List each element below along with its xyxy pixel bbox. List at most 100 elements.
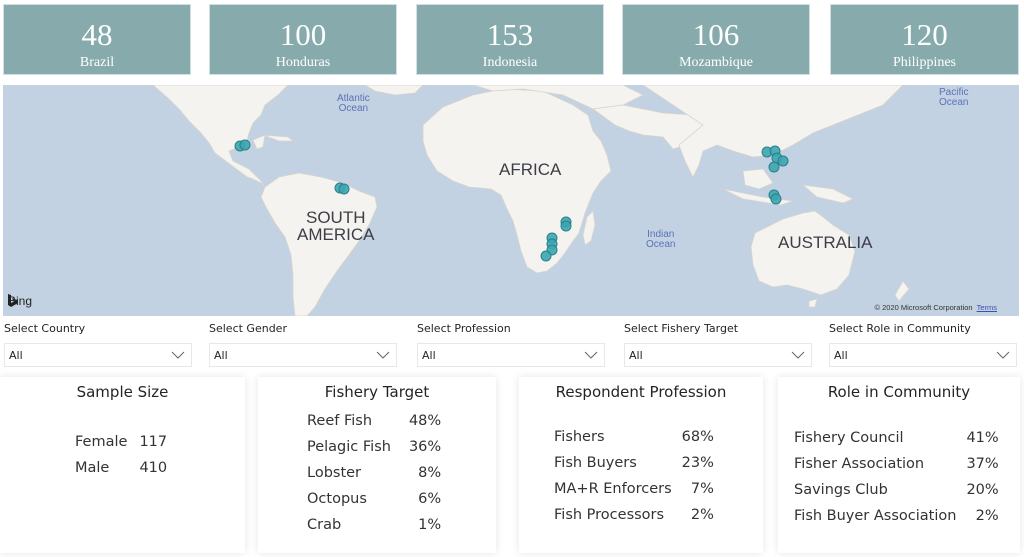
row-value: 23% [681, 455, 714, 471]
row-value: 2% [690, 507, 714, 523]
row-label: Female [75, 434, 128, 450]
map-label-pacific-ocean: Pacific Ocean [939, 87, 969, 108]
filter-fishery-target: Select Fishery Target All [624, 320, 812, 367]
card-title: Role in Community [827, 383, 971, 401]
row-value: 410 [139, 460, 168, 476]
row-label: Lobster [307, 465, 362, 481]
map-visual[interactable]: SOUTH AMERICA AFRICA AUSTRALIA Atlantic … [3, 85, 1019, 316]
table-row: Reef Fish 48% [307, 408, 441, 434]
filter-title: Select Role in Community [829, 322, 971, 335]
row-value: 48% [408, 413, 442, 429]
terms-link[interactable]: Terms [977, 303, 997, 312]
bing-logo: Bing [8, 294, 32, 308]
row-label: Savings Club [794, 482, 888, 498]
filter-gender: Select Gender All [209, 320, 397, 367]
kpi-card-indonesia: 153 Indonesia [416, 4, 604, 75]
row-value: 41% [966, 430, 999, 446]
card-sample-size: Sample Size Female 117 Male 410 [0, 377, 245, 553]
map-marker-mozambique [560, 220, 572, 232]
filter-title: Select Gender [209, 322, 287, 335]
map-copyright: © 2020 Microsoft Corporation Terms [875, 303, 998, 312]
table-row: Fish Buyers 23% [554, 450, 714, 476]
row-value: 8% [418, 465, 442, 481]
table-row: Fishers 68% [554, 424, 714, 450]
landmass-borneo [742, 168, 774, 190]
row-value: 117 [139, 434, 168, 450]
table-row: Savings Club 20% [794, 477, 999, 503]
country-dropdown[interactable]: All [4, 343, 192, 367]
dropdown-value: All [214, 348, 228, 362]
table-row: Lobster 8% [307, 460, 441, 486]
table-row: Octopus 6% [307, 486, 441, 512]
row-label: Octopus [307, 491, 367, 507]
map-label-australia: AUSTRALIA [778, 233, 873, 252]
filter-title: Select Country [4, 322, 86, 335]
landmass-madagascar [582, 210, 596, 246]
chevron-down-icon [791, 351, 805, 359]
bing-icon [8, 294, 18, 307]
kpi-value: 120 [901, 17, 948, 52]
card-fishery-target: Fishery Target Reef Fish 48% Pelagic Fish… [258, 377, 496, 553]
table-row: MA+R Enforcers 7% [554, 476, 714, 502]
sample-size-table: Female 117 Male 410 [75, 429, 167, 481]
dropdown-value: All [629, 348, 643, 362]
card-title: Sample Size [76, 383, 169, 401]
kpi-label: Indonesia [482, 55, 538, 70]
kpi-value: 106 [692, 17, 740, 52]
row-label: Fish Buyers [554, 455, 637, 471]
table-row: Fish Processors 2% [554, 502, 714, 528]
kpi-value: 48 [81, 17, 113, 52]
kpi-card-philippines: 120 Philippines [830, 4, 1019, 75]
role-dropdown[interactable]: All [829, 343, 1017, 367]
card-respondent-profession: Respondent Profession Fishers 68% Fish Bu… [519, 377, 763, 553]
row-label: Fisher Association [794, 456, 925, 472]
map-label-indian-ocean: Indian Ocean [646, 229, 676, 250]
table-row: Female 117 [75, 429, 167, 455]
fishery-target-dropdown[interactable]: All [624, 343, 812, 367]
row-label: Reef Fish [307, 413, 373, 429]
row-value: 6% [418, 491, 442, 507]
map-marker-philippines [768, 161, 780, 173]
landmass-australia [750, 210, 856, 296]
chevron-down-icon [584, 351, 598, 359]
row-value: 7% [690, 481, 714, 497]
dropdown-value: All [422, 348, 436, 362]
kpi-card-honduras: 100 Honduras [209, 4, 397, 75]
row-label: Pelagic Fish [307, 439, 391, 455]
copyright-text: © 2020 Microsoft Corporation [874, 303, 973, 312]
kpi-label: Mozambique [679, 55, 753, 70]
filter-title: Select Fishery Target [624, 322, 739, 335]
filter-role-in-community: Select Role in Community All [829, 320, 1017, 367]
chevron-down-icon [996, 351, 1010, 359]
table-row: Fish Buyer Association 2% [794, 503, 999, 529]
profession-dropdown[interactable]: All [417, 343, 605, 367]
table-row: Crab 1% [307, 512, 441, 538]
landmass-new-zealand [894, 280, 910, 302]
kpi-value: 100 [279, 17, 327, 52]
kpi-card-mozambique: 106 Mozambique [622, 4, 810, 75]
card-role-in-community: Role in Community Fishery Council 41% Fis… [778, 377, 1020, 553]
row-value: 20% [966, 482, 999, 498]
card-title: Fishery Target [324, 383, 430, 401]
row-value: 36% [408, 439, 442, 455]
row-label: Fishery Council [794, 430, 904, 446]
kpi-card-brazil: 48 Brazil [3, 4, 191, 75]
kpi-label: Philippines [892, 55, 956, 70]
fishery-target-table: Reef Fish 48% Pelagic Fish 36% Lobster 8% O… [307, 408, 441, 538]
landmass-africa [422, 88, 612, 274]
map-label-atlantic-ocean: Atlantic Ocean [337, 93, 370, 114]
filter-profession: Select Profession All [417, 320, 605, 367]
landmass-new-guinea [801, 184, 854, 204]
row-label: MA+R Enforcers [554, 481, 672, 497]
row-label: Fishers [554, 429, 605, 445]
map-marker-indonesia [770, 193, 782, 205]
role-table: Fishery Council 41% Fisher Association 37%… [794, 425, 999, 529]
map-label-south-america: SOUTH AMERICA [297, 208, 375, 244]
kpi-value: 153 [486, 17, 534, 52]
row-value: 68% [681, 429, 714, 445]
map-marker-brazil [338, 183, 350, 195]
profession-table: Fishers 68% Fish Buyers 23% MA+R Enforcers… [554, 424, 714, 528]
row-label: Fish Processors [554, 507, 665, 523]
dropdown-value: All [9, 348, 23, 362]
gender-dropdown[interactable]: All [209, 343, 397, 367]
